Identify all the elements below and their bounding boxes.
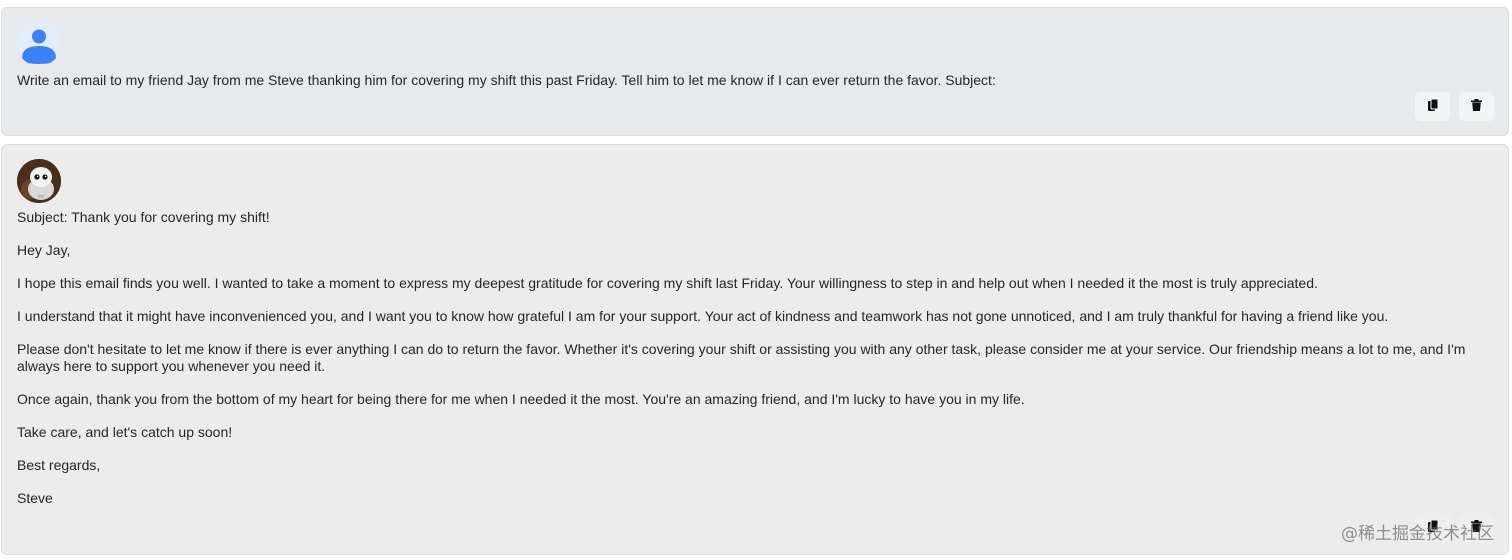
- delete-button[interactable]: [1459, 92, 1494, 121]
- copy-button[interactable]: [1415, 92, 1450, 121]
- paragraph: I hope this email finds you well. I want…: [17, 275, 1318, 291]
- user-message-text: Write an email to my friend Jay from me …: [17, 72, 996, 88]
- paragraph: Take care, and let's catch up soon!: [17, 424, 233, 440]
- copy-icon: [1427, 98, 1439, 115]
- assistant-avatar: [17, 159, 61, 203]
- paragraph: Subject: Thank you for covering my shift…: [17, 209, 270, 225]
- paragraph: Please don't hesitate to let me know if …: [17, 341, 1466, 374]
- paragraph: Best regards,: [17, 457, 101, 473]
- assistant-message: Subject: Thank you for covering my shift…: [1, 144, 1509, 555]
- user-message-actions: [1415, 92, 1494, 121]
- watermark: @稀土掘金技术社区: [1341, 524, 1494, 544]
- paragraph: I understand that it might have inconven…: [17, 308, 1389, 324]
- user-message: Write an email to my friend Jay from me …: [1, 7, 1509, 136]
- paragraph: Hey Jay,: [17, 242, 71, 258]
- trash-icon: [1471, 99, 1482, 114]
- assistant-message-text: Subject: Thank you for covering my shift…: [17, 209, 1493, 507]
- paragraph: Once again, thank you from the bottom of…: [17, 391, 1025, 407]
- paragraph: Steve: [17, 490, 53, 506]
- user-avatar-icon: [17, 22, 61, 66]
